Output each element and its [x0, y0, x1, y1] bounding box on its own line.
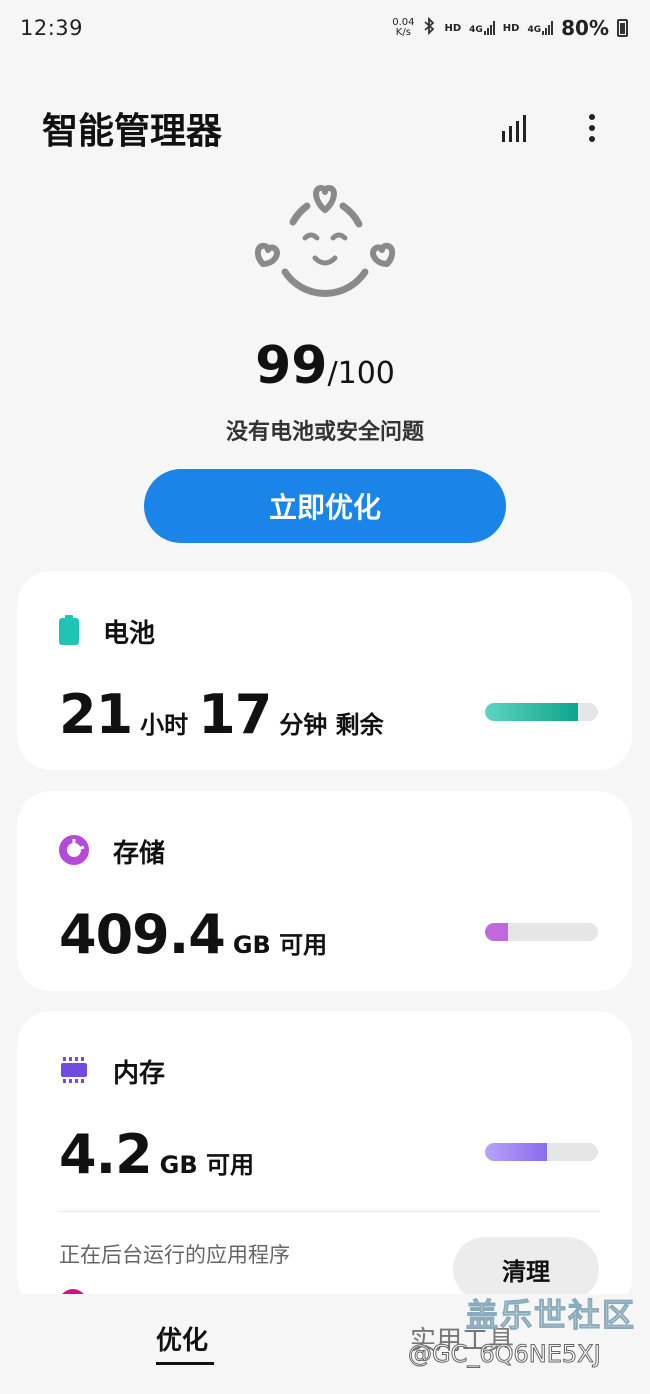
battery-card[interactable]: 电池 21 小时 17 分钟 剩余: [17, 571, 632, 770]
report-chart-icon[interactable]: [496, 110, 532, 146]
battery-minutes-unit: 分钟 剩余: [279, 711, 384, 739]
memory-usage-fill: [485, 1143, 548, 1161]
optimize-now-button[interactable]: 立即优化: [144, 469, 506, 543]
memory-available: 4.2 GB 可用: [59, 1123, 264, 1186]
battery-icon: [59, 614, 79, 649]
lte-label-1: 4G: [469, 25, 483, 35]
storage-card-header: 存储: [59, 833, 165, 870]
battery-minutes: 17: [198, 683, 272, 746]
memory-chip-icon: [59, 1056, 89, 1087]
battery-card-header: 电池: [59, 613, 155, 650]
status-bar: 12:39 0.04 K/s HD 4G HD 4G 80%: [0, 0, 650, 56]
memory-value: 4.2: [59, 1123, 153, 1186]
storage-pie-icon: [59, 834, 89, 869]
status-icons: 0.04 K/s HD 4G HD 4G 80%: [392, 16, 628, 40]
storage-value: 409.4: [59, 903, 226, 966]
care-face-icon: [255, 182, 395, 307]
score-message: 没有电池或安全问题: [225, 420, 424, 445]
memory-label: 内存: [113, 1059, 166, 1089]
battery-hours-unit: 小时: [140, 711, 189, 739]
page-title: 智能管理器: [42, 111, 223, 152]
hd-label-1: HD: [444, 22, 462, 34]
storage-card[interactable]: 存储 409.4 GB 可用: [17, 791, 632, 991]
storage-label: 存储: [113, 839, 166, 869]
tab-optimize[interactable]: 优化: [156, 1320, 208, 1357]
divider: [59, 1211, 600, 1212]
signal-icon-1: 4G: [469, 21, 495, 35]
app-header: 智能管理器: [0, 96, 650, 160]
memory-unit: GB 可用: [159, 1151, 255, 1179]
score-total: /100: [327, 356, 395, 391]
battery-label: 电池: [103, 619, 156, 649]
network-speed-unit: K/s: [395, 27, 411, 38]
memory-card[interactable]: 内存 4.2 GB 可用 正在后台运行的应用程序 清理: [17, 1011, 632, 1311]
memory-usage-bar: [485, 1143, 598, 1161]
memory-card-header: 内存: [59, 1053, 165, 1090]
storage-usage-fill: [485, 923, 508, 941]
battery-percent: 80%: [561, 16, 609, 40]
network-speed: 0.04 K/s: [392, 18, 414, 38]
lte-label-2: 4G: [527, 25, 542, 35]
status-time: 12:39: [20, 16, 84, 40]
tab-active-indicator: [156, 1362, 214, 1365]
watermark-user-id: @GC_6Q6NE5XJ: [408, 1340, 602, 1369]
storage-available: 409.4 GB 可用: [59, 903, 337, 966]
score-value: 99: [255, 336, 328, 396]
storage-usage-bar: [485, 923, 598, 941]
battery-remaining: 21 小时 17 分钟 剩余: [59, 683, 394, 746]
storage-unit: GB 可用: [232, 931, 328, 959]
header-actions: [496, 110, 610, 146]
more-options-icon[interactable]: [574, 110, 610, 146]
device-care-score: 99/100: [0, 336, 650, 396]
signal-icon-2: 4G: [527, 21, 554, 35]
battery-level-bar: [485, 703, 598, 721]
hd-label-2: HD: [502, 22, 520, 34]
battery-hours: 21: [59, 683, 133, 746]
battery-level-fill: [485, 703, 578, 721]
bluetooth-icon: [422, 16, 436, 39]
watermark-community: 盖乐世社区: [465, 1296, 637, 1335]
battery-icon: [617, 19, 628, 37]
running-apps-label: 正在后台运行的应用程序: [59, 1243, 290, 1267]
